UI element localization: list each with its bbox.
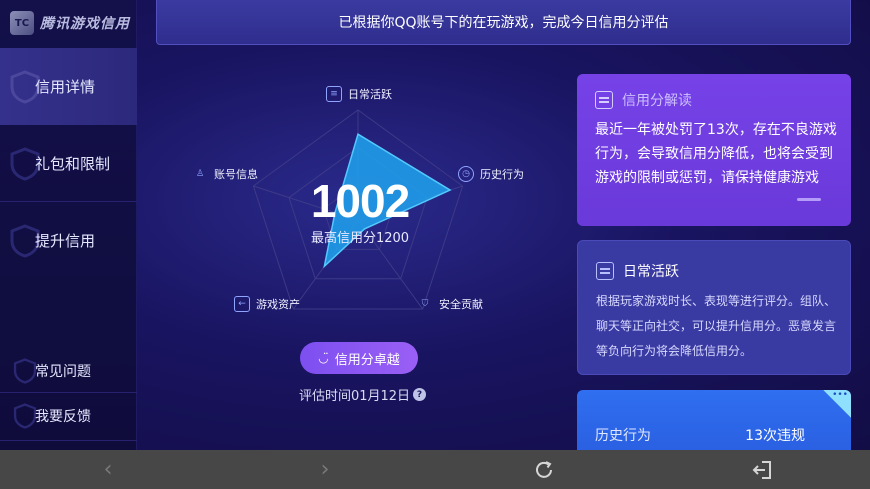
axis-label-text: 账号信息	[214, 168, 258, 181]
sidebar: TC 腾讯游戏信用 信用详情 礼包和限制 提升信用 常见问题 我要反馈	[0, 0, 137, 450]
history-behavior-card[interactable]: ••• 历史行为 13次违规	[577, 390, 851, 450]
eval-time-text: 评估时间01月12日	[298, 389, 411, 404]
card-header: 信用分解读	[595, 90, 692, 110]
back-arrow-icon[interactable]: ‹	[88, 450, 128, 489]
card-title: 日常活跃	[623, 264, 679, 280]
app-logo: TC 腾讯游戏信用	[10, 10, 130, 36]
sidebar-item-label: 提升信用	[35, 232, 96, 250]
evaluation-time: 评估时间01月12日 ?	[290, 385, 435, 404]
sidebar-item-faq[interactable]: 常见问题	[0, 350, 137, 392]
credit-interpretation-card[interactable]: 信用分解读 最近一年被处罚了13次，存在不良游戏行为，会导致信用分降低，也将会受…	[577, 74, 851, 226]
doc-icon	[595, 91, 613, 109]
divider	[0, 440, 137, 441]
axis-security: ⛉ 安全贡献	[417, 296, 483, 312]
max-score-label: 最高信用分1200	[310, 231, 410, 246]
evaluation-banner: 已根据你QQ账号下的在玩游戏，完成今日信用分评估	[156, 0, 851, 45]
card-title: 信用分解读	[622, 93, 692, 109]
exit-icon[interactable]	[742, 450, 782, 489]
divider	[0, 392, 137, 393]
more-icon[interactable]: •••	[823, 390, 851, 418]
daily-activity-card[interactable]: 日常活跃 根据玩家游戏时长、表现等进行评分。组队、聊天等正向社交，可以提升信用分…	[577, 240, 851, 375]
history-value: 13次违规	[745, 428, 805, 444]
refresh-icon[interactable]	[524, 450, 564, 489]
axis-account-info: ♙ 账号信息	[192, 166, 258, 182]
axis-assets: ← 游戏资产	[234, 296, 300, 312]
axis-label-text: 历史行为	[480, 168, 524, 181]
axis-label-text: 游戏资产	[256, 298, 300, 311]
app-screen: TC 腾讯游戏信用 信用详情 礼包和限制 提升信用 常见问题 我要反馈 已根据你…	[0, 0, 870, 450]
history-row: 历史行为 13次违规	[595, 425, 835, 445]
refresh-glyph	[536, 460, 552, 478]
logo-icon: TC	[10, 11, 34, 35]
sidebar-item-label: 常见问题	[35, 364, 91, 380]
credit-score: 1002	[310, 175, 410, 227]
sidebar-item-feedback[interactable]: 我要反馈	[0, 395, 137, 437]
system-navigation-bar: ‹ ›	[0, 450, 870, 489]
sidebar-item-label: 信用详情	[35, 78, 96, 96]
pager-indicator	[797, 198, 821, 201]
history-key: 历史行为	[595, 428, 651, 444]
sidebar-item-improve-credit[interactable]: 提升信用	[0, 202, 137, 279]
axis-daily-activity: ≡ 日常活跃	[326, 86, 392, 102]
doc-icon	[596, 262, 614, 280]
exit-glyph	[752, 460, 771, 479]
app-name: 腾讯游戏信用	[40, 16, 130, 32]
axis-history: ◷ 历史行为	[458, 166, 524, 182]
forward-arrow-icon[interactable]: ›	[305, 450, 345, 489]
sidebar-item-label: 礼包和限制	[35, 155, 111, 173]
sidebar-item-gifts-limits[interactable]: 礼包和限制	[0, 125, 137, 202]
wallet-icon: ←	[234, 296, 250, 312]
user-icon: ♙	[195, 169, 205, 179]
clock-icon: ◷	[458, 166, 474, 182]
axis-label-text: 安全贡献	[439, 298, 483, 311]
credit-grade-button[interactable]: ◡̈ 信用分卓越	[300, 342, 418, 374]
card-body: 最近一年被处罚了13次，存在不良游戏行为，会导致信用分降低，也将会受到游戏的限制…	[595, 122, 837, 186]
doc-icon: ≡	[326, 86, 342, 102]
card-header: 日常活跃	[596, 261, 679, 281]
shield-icon: ⛉	[421, 299, 429, 309]
sidebar-item-credit-detail[interactable]: 信用详情	[0, 48, 137, 125]
axis-label-text: 日常活跃	[348, 88, 392, 101]
smile-icon: ◡̈	[318, 351, 329, 365]
grade-label: 信用分卓越	[334, 352, 400, 368]
help-icon[interactable]: ?	[413, 388, 427, 401]
card-body: 根据玩家游戏时长、表现等进行评分。组队、聊天等正向社交，可以提升信用分。恶意发言…	[596, 294, 837, 358]
sidebar-item-label: 我要反馈	[35, 409, 91, 425]
